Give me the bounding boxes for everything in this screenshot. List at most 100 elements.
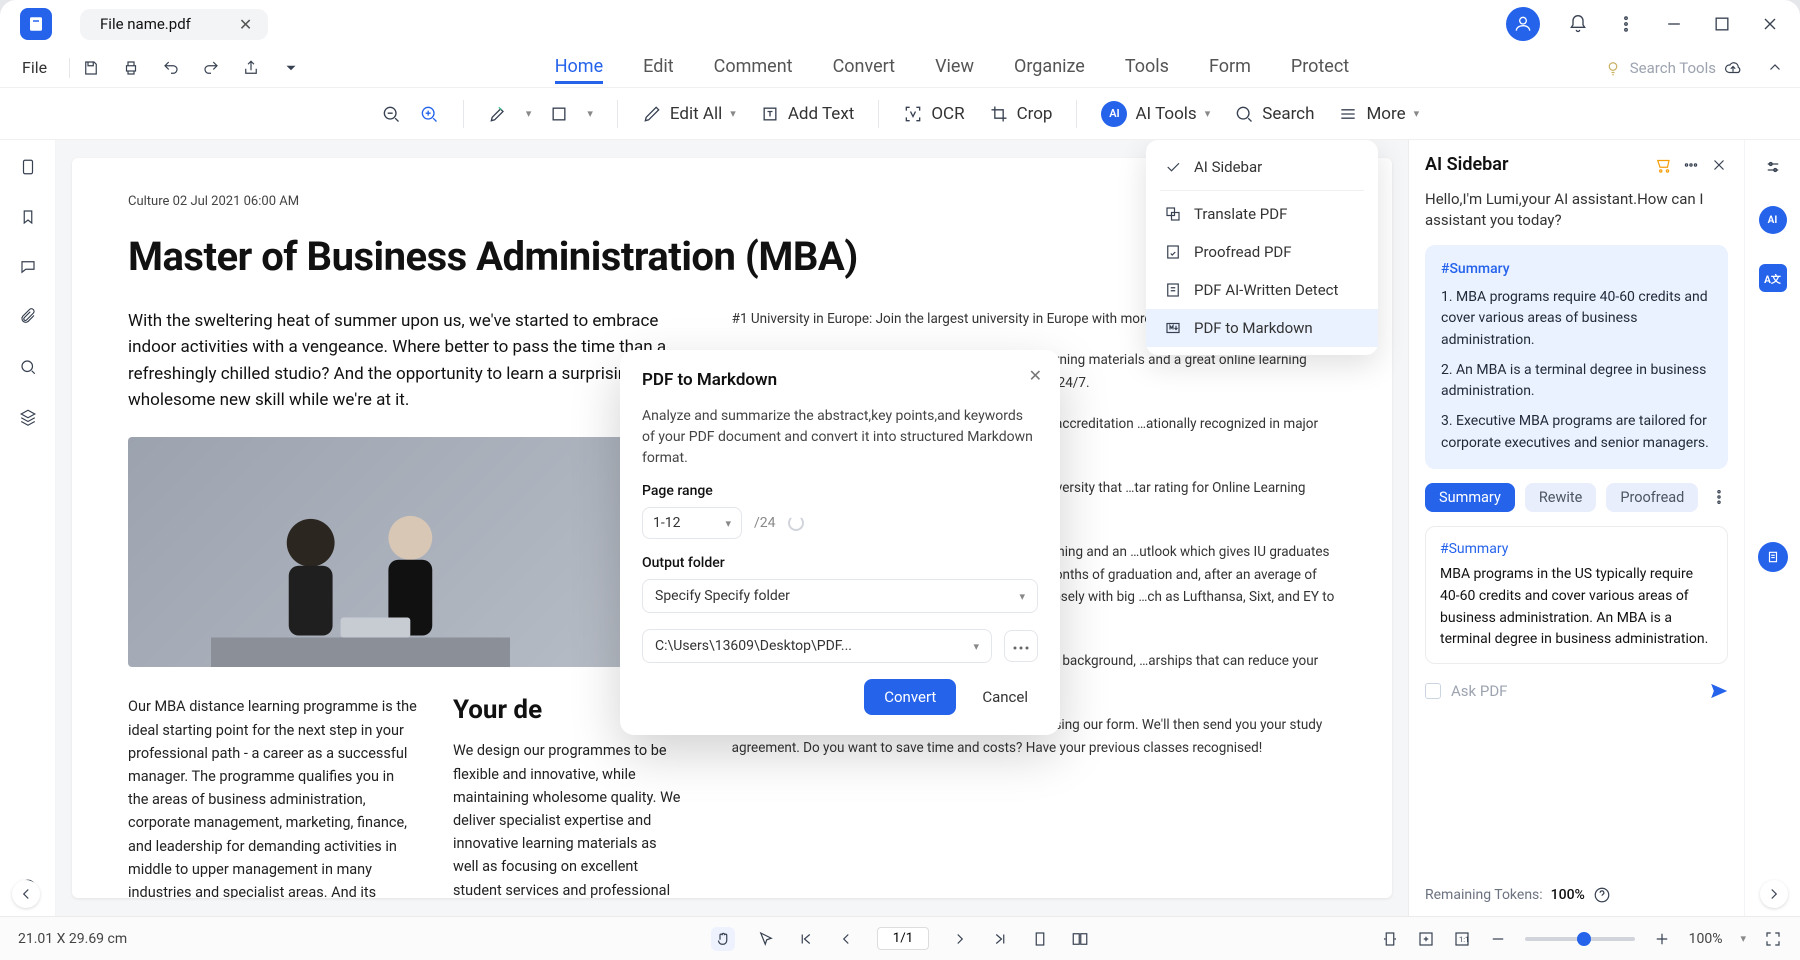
crop-button[interactable]: Crop — [989, 104, 1053, 124]
page-number-input[interactable] — [877, 927, 929, 950]
kebab-icon[interactable] — [1616, 14, 1636, 34]
window-close-icon[interactable] — [1760, 14, 1780, 34]
tab-protect[interactable]: Protect — [1291, 52, 1349, 84]
chip-more-icon[interactable] — [1710, 488, 1728, 506]
document-tab[interactable]: File name.pdf ✕ — [80, 9, 268, 40]
ai-tools-chevron-icon[interactable]: ▾ — [1205, 107, 1211, 120]
ask-input[interactable]: Ask PDF — [1451, 682, 1700, 700]
next-page-chip[interactable] — [1760, 880, 1788, 908]
add-text-button[interactable]: Add Text — [760, 104, 854, 124]
dd-proofread[interactable]: Proofread PDF — [1146, 233, 1378, 271]
tab-form[interactable]: Form — [1209, 52, 1251, 84]
highlighter-icon[interactable] — [488, 104, 508, 124]
zoom-in-icon[interactable] — [419, 104, 439, 124]
share-icon[interactable] — [242, 59, 260, 77]
attachments-icon[interactable] — [19, 308, 37, 326]
tab-tools[interactable]: Tools — [1125, 52, 1169, 84]
hand-tool-icon[interactable] — [711, 927, 735, 951]
rail-search-icon[interactable] — [19, 358, 37, 376]
print-icon[interactable] — [122, 59, 140, 77]
search-button[interactable]: Search — [1234, 104, 1314, 124]
dd-markdown[interactable]: PDF to Markdown — [1146, 309, 1378, 347]
prev-page-icon[interactable] — [837, 930, 855, 948]
ai-tools-button[interactable]: AI AI Tools ▾ — [1101, 101, 1210, 127]
dialog-close-icon[interactable]: ✕ — [1029, 366, 1042, 385]
output-mode-select[interactable]: Specify Specify folder ▾ — [642, 579, 1038, 613]
output-path-select[interactable]: C:\Users\13609\Desktop\PDF... ▾ — [642, 629, 992, 663]
cart-icon[interactable] — [1654, 156, 1672, 174]
send-icon[interactable] — [1710, 682, 1728, 700]
fit-width-icon[interactable] — [1381, 930, 1399, 948]
tab-view[interactable]: View — [935, 52, 974, 84]
tab-convert[interactable]: Convert — [833, 52, 896, 84]
close-tab-icon[interactable]: ✕ — [239, 15, 252, 34]
bell-icon[interactable] — [1568, 14, 1588, 34]
next-page-icon[interactable] — [951, 930, 969, 948]
redo-icon[interactable] — [202, 59, 220, 77]
single-page-icon[interactable] — [1031, 930, 1049, 948]
cancel-button[interactable]: Cancel — [972, 679, 1038, 715]
quick-dropdown-icon[interactable] — [282, 59, 300, 77]
cloud-upload-icon[interactable] — [1724, 59, 1742, 77]
chip-proofread[interactable]: Proofread — [1606, 483, 1698, 512]
thumbnails-icon[interactable] — [19, 158, 37, 176]
search-tools-input[interactable]: Search Tools — [1604, 59, 1716, 77]
zoom-in-btn-icon[interactable] — [1653, 930, 1671, 948]
window-maximize-icon[interactable] — [1712, 14, 1732, 34]
zoom-chevron-icon[interactable]: ▾ — [1740, 932, 1746, 945]
chip-rewite[interactable]: Rewite — [1525, 483, 1596, 512]
fit-page-icon[interactable] — [1417, 930, 1435, 948]
more-chevron-icon[interactable]: ▾ — [1414, 107, 1420, 120]
save-icon[interactable] — [82, 59, 100, 77]
file-menu[interactable]: File — [16, 58, 53, 77]
edit-all-button[interactable]: Edit All ▾ — [642, 104, 736, 124]
sidebar-close-icon[interactable] — [1710, 156, 1728, 174]
tokens-help-icon[interactable] — [1593, 886, 1611, 904]
tab-edit[interactable]: Edit — [643, 52, 673, 84]
shape-chevron-icon[interactable]: ▾ — [587, 107, 593, 120]
two-page-icon[interactable] — [1071, 930, 1089, 948]
chip-summary[interactable]: Summary — [1425, 483, 1515, 512]
prev-page-chip[interactable] — [12, 880, 40, 908]
dialog-title: PDF to Markdown — [642, 370, 1038, 390]
zoom-out-btn-icon[interactable] — [1489, 930, 1507, 948]
more-button[interactable]: More ▾ — [1338, 104, 1419, 124]
edit-all-chevron-icon[interactable]: ▾ — [730, 107, 736, 120]
select-tool-icon[interactable] — [757, 930, 775, 948]
tab-organize[interactable]: Organize — [1014, 52, 1085, 84]
dd-translate[interactable]: Translate PDF — [1146, 195, 1378, 233]
page-dimensions: 21.01 X 29.69 cm — [18, 931, 127, 947]
first-page-icon[interactable] — [797, 930, 815, 948]
tab-home[interactable]: Home — [555, 52, 603, 84]
ai-badge-icon[interactable]: AI — [1759, 206, 1787, 234]
page-range-select[interactable]: 1-12 ▾ — [642, 507, 742, 539]
fullscreen-icon[interactable] — [1764, 930, 1782, 948]
bookmarks-icon[interactable] — [19, 208, 37, 226]
dd-ai-sidebar[interactable]: AI Sidebar — [1146, 148, 1378, 186]
actual-size-icon[interactable]: 1:1 — [1453, 930, 1471, 948]
chevron-down-icon: ▾ — [725, 517, 731, 530]
layers-icon[interactable] — [19, 408, 37, 426]
tab-comment[interactable]: Comment — [714, 52, 793, 84]
sliders-icon[interactable] — [1764, 158, 1782, 176]
comments-icon[interactable] — [19, 258, 37, 276]
highlighter-chevron-icon[interactable]: ▾ — [526, 107, 532, 120]
window-minimize-icon[interactable] — [1664, 14, 1684, 34]
user-avatar[interactable] — [1506, 7, 1540, 41]
shape-tool-icon[interactable] — [549, 104, 569, 124]
collapse-ribbon-icon[interactable] — [1766, 59, 1784, 77]
ask-checkbox[interactable] — [1425, 683, 1441, 699]
translate-badge-icon[interactable]: A文 — [1759, 264, 1787, 292]
browse-folder-button[interactable] — [1004, 630, 1038, 662]
doc-badge-icon[interactable] — [1758, 542, 1788, 572]
zoom-slider[interactable] — [1525, 937, 1635, 941]
convert-button[interactable]: Convert — [864, 679, 956, 715]
ocr-button[interactable]: OCR — [903, 104, 964, 124]
dialog-desc: Analyze and summarize the abstract,key p… — [642, 406, 1038, 469]
last-page-icon[interactable] — [991, 930, 1009, 948]
zoom-out-icon[interactable] — [381, 104, 401, 124]
dd-aidetect[interactable]: PDF AI-Written Detect — [1146, 271, 1378, 309]
output-folder-label: Output folder — [642, 555, 1038, 571]
undo-icon[interactable] — [162, 59, 180, 77]
sidebar-more-icon[interactable] — [1682, 156, 1700, 174]
